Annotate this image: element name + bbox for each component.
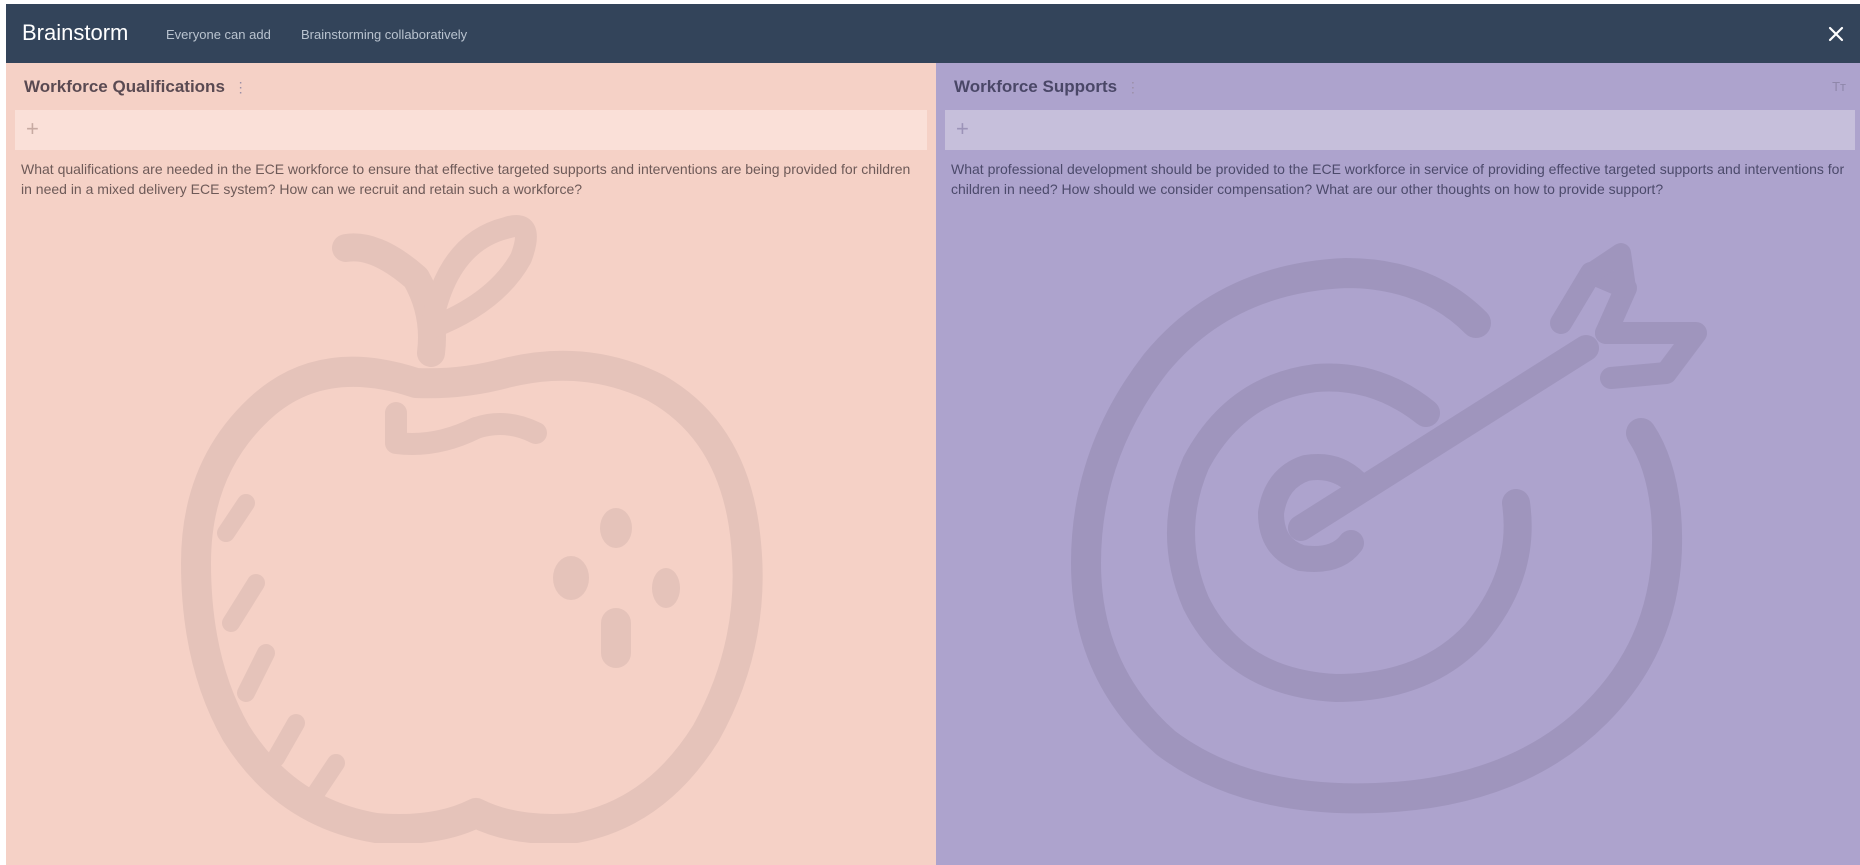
column-description: What professional development should be …	[951, 161, 1845, 197]
column-workforce-supports: Workforce Supports ⋮ Tт + What professio…	[936, 63, 1860, 865]
target-arrow-icon	[1071, 243, 1707, 814]
columns-container: Workforce Qualifications ⋮ + What qualif…	[6, 63, 1860, 865]
permission-label: Everyone can add	[166, 27, 271, 42]
vertical-dots-icon[interactable]: ⋮	[1126, 79, 1140, 95]
plus-icon: +	[26, 116, 39, 141]
column-title-text: Workforce Qualifications	[24, 77, 225, 96]
plus-icon: +	[956, 116, 969, 141]
brainstorm-board: Brainstorm Everyone can add Brainstormin…	[6, 4, 1860, 865]
add-idea-button[interactable]: +	[945, 110, 1855, 150]
column-description: What qualifications are needed in the EC…	[21, 161, 911, 197]
column-workforce-qualifications: Workforce Qualifications ⋮ + What qualif…	[6, 63, 936, 865]
close-button[interactable]	[1824, 22, 1848, 46]
close-icon	[1828, 26, 1844, 42]
column-title[interactable]: Workforce Qualifications ⋮	[24, 77, 248, 97]
text-size-button[interactable]: Tт	[1832, 79, 1846, 94]
column-title[interactable]: Workforce Supports ⋮	[954, 77, 1140, 97]
top-bar: Brainstorm Everyone can add Brainstormin…	[6, 4, 1860, 63]
add-idea-button[interactable]: +	[15, 110, 927, 150]
app-title: Brainstorm	[22, 20, 129, 45]
vertical-dots-icon[interactable]: ⋮	[234, 79, 248, 95]
column-title-text: Workforce Supports	[954, 77, 1118, 96]
apple-icon	[181, 215, 763, 843]
mode-label: Brainstorming collaboratively	[301, 27, 468, 42]
